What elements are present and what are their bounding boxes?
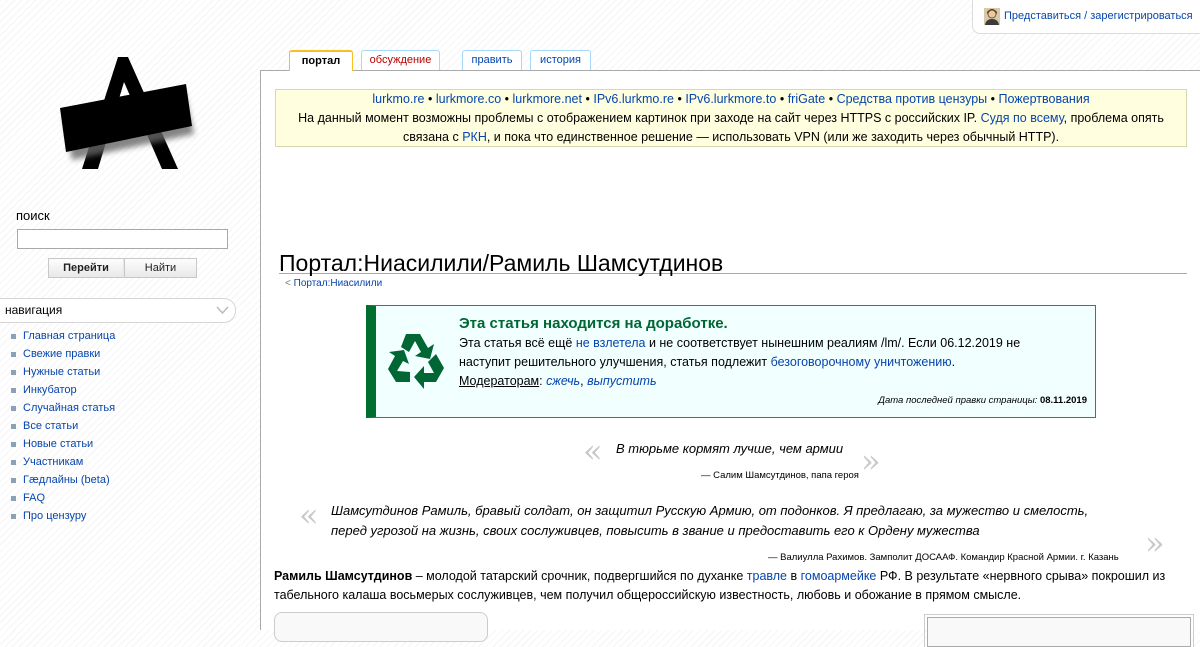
release-link[interactable]: выпустить (587, 374, 656, 388)
quote-author: — Салим Шамсутдинов, папа героя (701, 470, 859, 481)
nav-item-incubator[interactable]: Инкубатор (10, 381, 115, 399)
notice-line-2: На данный момент возможны проблемы с ото… (276, 109, 1186, 128)
quote-text: В тюрьме кормят лучше, чем армии (616, 441, 844, 456)
frigate-link[interactable]: friGate (788, 92, 826, 106)
rework-text-1: Эта статья всё ещё (459, 336, 573, 350)
lead-paragraph: Рамиль Шамсутдинов – молодой татарский с… (274, 567, 1174, 605)
nav-item-all-articles[interactable]: Все статьи (10, 417, 115, 435)
moderators-link[interactable]: Модераторам (459, 374, 539, 388)
nav-item-recent-changes[interactable]: Свежие правки (10, 345, 115, 363)
lurkmore-logo[interactable] (52, 52, 202, 177)
site-notice: lurkmo.re • lurkmore.co • lurkmore.net •… (275, 89, 1187, 147)
breadcrumb-link[interactable]: Портал:Ниасилили (294, 278, 383, 289)
rework-text: Эта статья всё ещё не взлетела и не соот… (459, 334, 1069, 391)
notice-link-apparently[interactable]: Судя по всему (981, 111, 1064, 125)
lead-text-1: – молодой татарский срочник, подвергшийс… (412, 569, 747, 583)
table-of-contents-box (274, 612, 488, 642)
subject-name: Рамиль Шамсутдинов (274, 569, 413, 583)
quote-author: — Валиулла Рахимов. Замполит ДОСААФ. Ком… (768, 552, 1119, 563)
search-heading: поиск (16, 208, 50, 223)
tab-discussion[interactable]: обсуждение (361, 50, 440, 70)
quote-open-mark: « (583, 432, 603, 470)
rework-notice-box: Эта статья находится на доработке. Эта с… (366, 305, 1096, 418)
tab-edit[interactable]: править (462, 50, 522, 70)
nav-item-faq[interactable]: FAQ (10, 489, 115, 507)
tab-history[interactable]: история (530, 50, 591, 70)
quote-close-mark: » (1145, 524, 1165, 562)
personal-tools: Представиться / зарегистрироваться (972, 0, 1200, 34)
date-value: 08.11.2019 (1039, 395, 1087, 406)
bullying-link[interactable]: травле (747, 569, 787, 583)
nav-item-main-page[interactable]: Главная страница (10, 327, 115, 345)
last-edit-date: Дата последней правки страницы: 08.11.20… (878, 395, 1087, 406)
anti-censorship-link[interactable]: Средства против цензуры (837, 92, 988, 106)
mirror-links-line: lurkmo.re • lurkmore.co • lurkmore.net •… (276, 90, 1186, 109)
donations-link[interactable]: Пожертвования (999, 92, 1090, 106)
nav-item-random-article[interactable]: Случайная статья (10, 399, 115, 417)
separator: • (504, 92, 510, 106)
nav-item-wanted-articles[interactable]: Нужные статьи (10, 363, 115, 381)
navigation-list: Главная страница Свежие правки Нужные ст… (10, 327, 115, 525)
mirror-link-lurkmo-re[interactable]: lurkmo.re (372, 92, 424, 106)
login-register-link[interactable]: Представиться / зарегистрироваться (1004, 10, 1193, 22)
search-input[interactable] (17, 229, 228, 249)
notice-line-3: связана с РКН, и пока что единственное р… (276, 128, 1186, 147)
mirror-link-lurkmore-co[interactable]: lurkmore.co (436, 92, 501, 106)
moderators-colon: : (539, 374, 543, 388)
mirror-link-ipv6-lurkmo-re[interactable]: IPv6.lurkmo.re (593, 92, 674, 106)
date-label: Дата последней правки страницы: (878, 395, 1038, 406)
search-button[interactable]: Найти (124, 258, 197, 278)
infobox (924, 614, 1194, 647)
separator: • (779, 92, 785, 106)
go-button[interactable]: Перейти (48, 258, 130, 278)
recycle-icon (388, 334, 444, 389)
content-area: lurkmo.re • lurkmore.co • lurkmore.net •… (260, 70, 1200, 647)
destruction-link[interactable]: безоговорочному уничтожению (771, 355, 952, 369)
mirror-link-lurkmore-net[interactable]: lurkmore.net (513, 92, 582, 106)
quote-open-mark: « (299, 496, 319, 534)
notice-text-tail: , проблема опять (1063, 111, 1164, 125)
not-flying-link[interactable]: не взлетела (576, 336, 646, 350)
notice-text-head: связана с (402, 130, 459, 144)
burn-link[interactable]: сжечь (546, 374, 580, 388)
notice-text-end: , и пока что единственное решение — испо… (486, 130, 1060, 144)
breadcrumb: < Портал:Ниасилили (285, 278, 382, 289)
nav-item-participants[interactable]: Участникам (10, 453, 115, 471)
rework-title: Эта статья находится на доработке. (459, 315, 728, 332)
rework-text-3: . (951, 355, 956, 369)
quote-close-mark: » (861, 442, 881, 480)
breadcrumb-prefix: < (285, 278, 291, 289)
mirror-link-ipv6-lurkmore-to[interactable]: IPv6.lurkmore.to (685, 92, 776, 106)
army-link[interactable]: гомоармейке (801, 569, 877, 583)
navigation-header[interactable]: навигация (0, 298, 236, 323)
nav-item-new-articles[interactable]: Новые статьи (10, 435, 115, 453)
lead-text-2: в (787, 569, 801, 583)
user-icon (984, 8, 1000, 25)
separator: • (427, 92, 433, 106)
actions-comma: , (580, 374, 584, 388)
separator: • (990, 92, 996, 106)
separator: • (828, 92, 834, 106)
separator: • (585, 92, 590, 106)
nav-item-censorship[interactable]: Про цензуру (10, 507, 115, 525)
rkn-link[interactable]: РКН (462, 130, 487, 144)
chevron-down-icon (216, 306, 229, 315)
separator: • (677, 92, 682, 106)
nav-item-headlines[interactable]: Гæдлайны (beta) (10, 471, 115, 489)
quote-text: Шамсутдинов Рамиль, бравый солдат, он за… (331, 503, 1089, 538)
page-title: Портал:Ниасилили/Рамиль Шамсутдинов (279, 249, 1187, 276)
navigation-heading: навигация (5, 303, 63, 317)
tab-portal[interactable]: портал (289, 50, 353, 71)
notice-text: На данный момент возможны проблемы с ото… (298, 111, 978, 125)
